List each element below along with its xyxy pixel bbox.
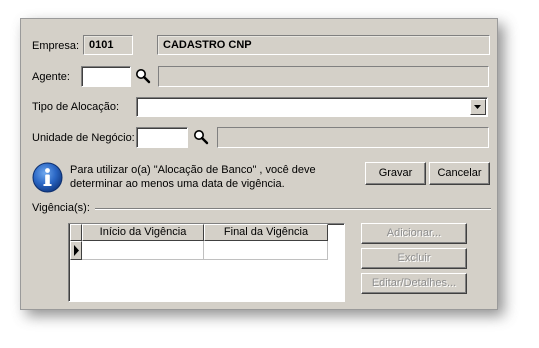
gravar-button[interactable]: Gravar	[365, 162, 426, 185]
vigencias-label: Vigência(s):	[32, 202, 90, 214]
table-cell-final[interactable]	[204, 241, 328, 260]
excluir-button[interactable]: Excluir	[361, 248, 467, 269]
unidade-negocio-label: Unidade de Negócio:	[32, 132, 135, 144]
search-icon	[194, 130, 209, 145]
agente-input[interactable]	[81, 66, 131, 87]
dropdown-button[interactable]	[470, 99, 486, 115]
tipo-alocacao-select[interactable]	[136, 97, 488, 117]
unidade-negocio-input[interactable]	[136, 127, 188, 148]
column-header-final[interactable]: Final da Vigência	[204, 224, 328, 241]
table-cell-inicio[interactable]	[82, 241, 204, 260]
grid-corner-header	[70, 224, 82, 241]
info-message-line1: Para utilizar o(a) "Alocação de Banco" ,…	[70, 164, 316, 176]
adicionar-button[interactable]: Adicionar...	[361, 223, 467, 244]
vigencias-separator	[95, 208, 491, 210]
agente-search-button[interactable]	[134, 67, 152, 85]
row-indicator[interactable]	[70, 241, 82, 260]
unidade-negocio-search-button[interactable]	[192, 128, 210, 146]
tipo-alocacao-label: Tipo de Alocação:	[32, 101, 120, 113]
agente-description-field	[158, 66, 489, 87]
search-icon	[136, 69, 151, 84]
row-pointer-icon	[74, 245, 79, 256]
alocacao-dialog: Empresa: 0101 CADASTRO CNP Agente: Tipo …	[20, 18, 498, 310]
vigencias-grid[interactable]: Início da Vigência Final da Vigência	[68, 223, 345, 302]
empresa-name-field: CADASTRO CNP	[157, 35, 490, 55]
editar-detalhes-button[interactable]: Editar/Detalhes...	[361, 273, 467, 294]
cancelar-button[interactable]: Cancelar	[429, 162, 490, 185]
chevron-down-icon	[474, 105, 481, 109]
empresa-code: 0101	[89, 39, 114, 51]
unidade-negocio-description-field	[217, 127, 489, 148]
agente-label: Agente:	[32, 71, 70, 83]
empresa-label: Empresa:	[32, 40, 80, 52]
empresa-code-field: 0101	[83, 35, 133, 55]
empresa-name: CADASTRO CNP	[163, 39, 252, 51]
info-message-line2: determinar ao menos uma data de vigência…	[70, 178, 285, 190]
info-icon	[32, 162, 63, 193]
column-header-inicio[interactable]: Início da Vigência	[82, 224, 204, 241]
